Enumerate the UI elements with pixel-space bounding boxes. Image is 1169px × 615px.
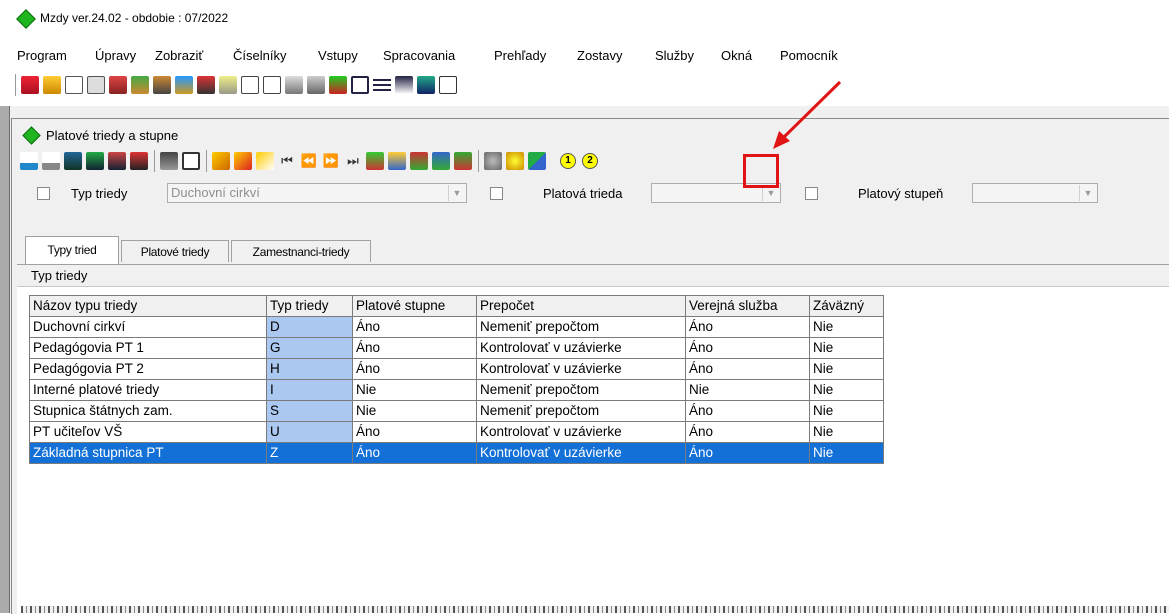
scrollbar-strip <box>21 606 1169 613</box>
arrow-shaft <box>781 80 842 140</box>
annotation-arrow <box>773 80 842 149</box>
